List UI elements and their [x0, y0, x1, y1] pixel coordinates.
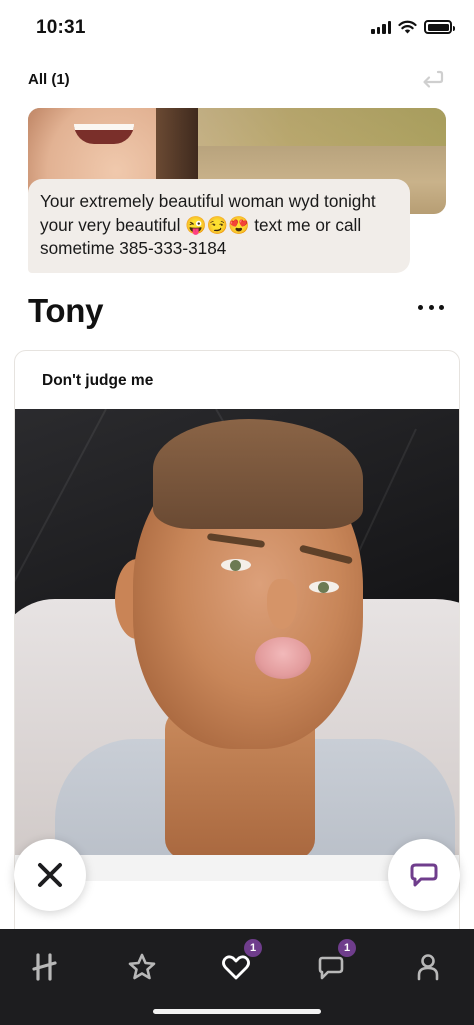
undo-arrow-icon[interactable] — [420, 68, 444, 90]
tab-profile[interactable] — [404, 943, 452, 991]
star-icon — [128, 953, 156, 980]
likes-badge: 1 — [244, 939, 262, 957]
matches-badge: 1 — [338, 939, 356, 957]
tab-discover[interactable] — [22, 943, 70, 991]
close-icon — [38, 863, 62, 887]
profile-photo[interactable] — [15, 409, 459, 855]
profile-name: Tony — [28, 292, 104, 329]
hinge-logo-icon — [32, 953, 57, 981]
heart-icon — [222, 955, 250, 980]
filter-dropdown[interactable]: All (1) — [28, 71, 70, 88]
more-dots-icon[interactable] — [418, 297, 444, 317]
match-chat-button[interactable] — [388, 839, 460, 911]
profile-icon — [417, 954, 439, 981]
messages-icon — [318, 956, 344, 980]
home-indicator — [153, 1009, 321, 1014]
status-icons — [371, 20, 455, 34]
status-bar: 10:31 — [0, 0, 474, 58]
wifi-icon — [398, 20, 417, 34]
photo-caption: Don't judge me — [42, 372, 154, 389]
tab-likes-you[interactable]: 1 — [212, 939, 262, 991]
tab-matches[interactable]: 1 — [308, 939, 356, 991]
battery-icon — [424, 20, 455, 34]
like-comment-bubble: Your extremely beautiful woman wyd tonig… — [28, 179, 410, 273]
cellular-signal-icon — [371, 20, 391, 34]
status-time: 10:31 — [36, 17, 86, 38]
skip-button[interactable] — [14, 839, 86, 911]
chat-bubble-icon — [410, 863, 438, 887]
tab-standouts[interactable] — [118, 943, 166, 991]
